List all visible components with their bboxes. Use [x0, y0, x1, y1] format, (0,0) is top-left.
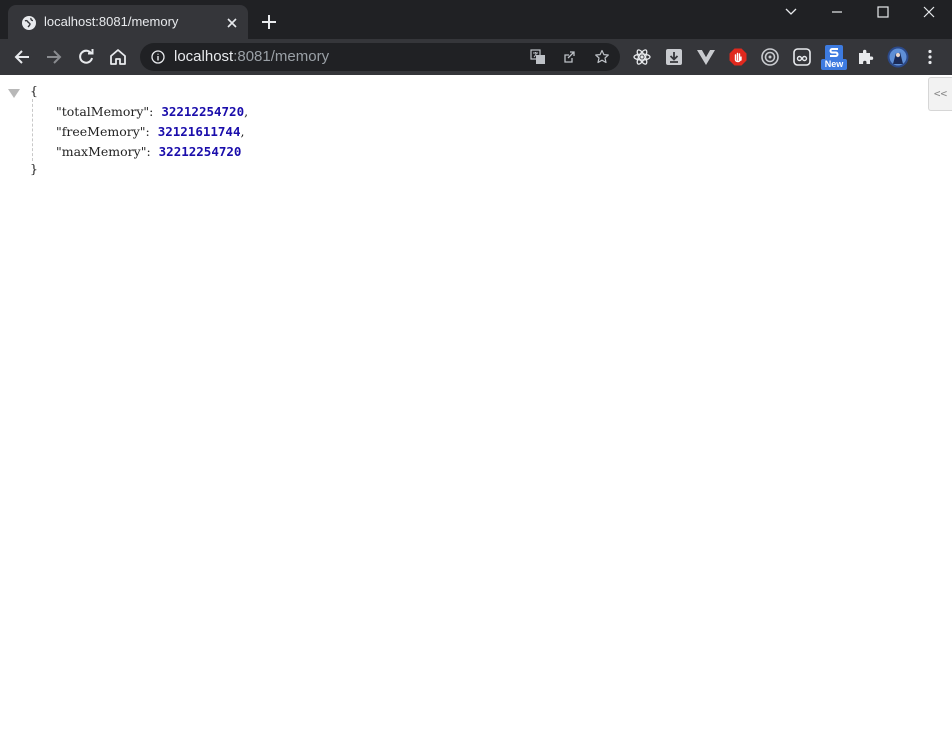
json-key: "maxMemory" — [56, 144, 147, 159]
json-row: "totalMemory": 32212254720, — [56, 104, 249, 119]
minimize-icon — [832, 11, 842, 13]
more-menu-icon[interactable] — [920, 47, 940, 67]
collapse-toggle-icon[interactable] — [8, 89, 20, 98]
bookmark-star-icon[interactable] — [594, 49, 610, 65]
puzzle-icon[interactable] — [856, 47, 876, 67]
viewer-side-panel-toggle[interactable]: << — [928, 77, 952, 111]
json-comma: , — [240, 124, 245, 139]
new-tab-icon[interactable] — [260, 13, 278, 31]
translate-icon[interactable] — [530, 49, 546, 65]
json-row: "freeMemory": 32121611744, — [56, 124, 245, 139]
url-text[interactable]: localhost:8081/memory — [174, 48, 329, 65]
tab-search-button[interactable] — [768, 0, 814, 24]
json-indent-guide — [32, 99, 33, 161]
ghostery-icon[interactable] — [792, 47, 812, 67]
json-key: "freeMemory" — [56, 124, 146, 139]
new-badge: New — [821, 59, 847, 70]
forward-arrow-icon[interactable] — [44, 47, 64, 67]
address-bar[interactable]: localhost:8081/memory — [140, 43, 620, 71]
minimize-button[interactable] — [814, 0, 860, 24]
json-number: 32212254720 — [158, 144, 242, 159]
json-open-brace: { — [30, 83, 38, 98]
maximize-icon — [877, 6, 889, 18]
json-key: "totalMemory" — [56, 104, 150, 119]
react-devtools-icon[interactable] — [632, 47, 652, 67]
close-window-button[interactable] — [906, 0, 952, 24]
tab-title: localhost:8081/memory — [44, 14, 179, 29]
json-row: "maxMemory": 32212254720 — [56, 144, 242, 159]
browser-titlebar: localhost:8081/memory — [0, 0, 952, 39]
home-icon[interactable] — [108, 47, 128, 67]
url-path: :8081/memory — [233, 48, 330, 65]
back-arrow-icon[interactable] — [12, 47, 32, 67]
maximize-button[interactable] — [860, 0, 906, 24]
url-host: localhost — [174, 48, 234, 65]
vue-devtools-icon[interactable] — [696, 47, 716, 67]
globe-icon — [22, 16, 36, 30]
browser-toolbar: localhost:8081/memory New — [0, 39, 952, 75]
share-icon[interactable] — [562, 49, 578, 65]
page-content: { "totalMemory": 32212254720, "freeMemor… — [0, 75, 952, 741]
json-number: 32212254720 — [161, 104, 245, 119]
profile-avatar[interactable] — [887, 46, 909, 68]
browser-tab[interactable]: localhost:8081/memory — [8, 5, 248, 39]
download-icon[interactable] — [664, 47, 684, 67]
json-comma: , — [244, 104, 249, 119]
info-icon[interactable] — [151, 50, 165, 64]
target-icon[interactable] — [760, 47, 780, 67]
json-number: 32121611744 — [157, 124, 241, 139]
json-close-brace: } — [30, 161, 38, 176]
adblock-icon[interactable] — [728, 47, 748, 67]
tab-close-icon[interactable] — [224, 15, 240, 31]
close-icon — [923, 6, 935, 18]
chevron-down-icon — [785, 8, 797, 15]
reload-icon[interactable] — [76, 47, 96, 67]
